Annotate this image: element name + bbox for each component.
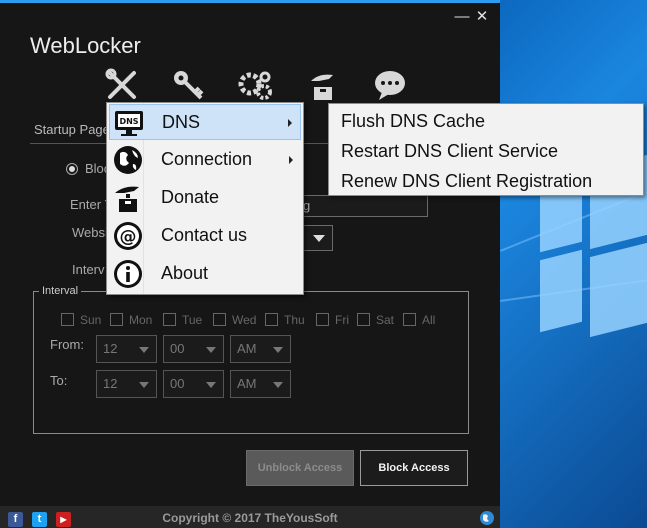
svg-text:@: @ xyxy=(120,227,137,247)
select-value: 00 xyxy=(170,376,185,391)
day-checkbox-sat[interactable]: Sat xyxy=(357,313,394,329)
window-logo-pane xyxy=(590,242,647,338)
checkbox[interactable] xyxy=(316,313,329,326)
day-label: Sun xyxy=(80,313,102,327)
from-label: From: xyxy=(50,337,84,352)
footer: f t ▶ Copyright © 2017 TheYousSoft xyxy=(0,506,500,528)
day-label: Mon xyxy=(129,313,153,327)
menu-item-about[interactable]: About xyxy=(109,256,301,292)
chevron-down-icon xyxy=(313,235,325,242)
chevron-down-icon xyxy=(206,382,216,388)
globe-connection-icon xyxy=(114,146,142,174)
day-label: All xyxy=(422,313,436,327)
chevron-down-icon xyxy=(139,382,149,388)
day-checkbox-wed[interactable]: Wed xyxy=(213,313,256,329)
monitor-dns-icon: DNS xyxy=(115,111,143,136)
app-title: WebLocker xyxy=(30,33,141,58)
select-value: 00 xyxy=(170,341,185,356)
checkbox[interactable] xyxy=(265,313,278,326)
day-label: Thu xyxy=(284,313,305,327)
chevron-down-icon xyxy=(139,347,149,353)
key-icon[interactable] xyxy=(170,67,206,103)
unblock-access-button[interactable]: Unblock Access xyxy=(246,450,354,486)
tab-startup-page[interactable]: Startup Page xyxy=(34,122,110,137)
svg-text:DNS: DNS xyxy=(119,117,138,126)
checkbox[interactable] xyxy=(357,313,370,326)
day-label: Sat xyxy=(376,313,395,327)
interval-legend: Interval xyxy=(39,285,82,297)
checkbox[interactable] xyxy=(213,313,226,326)
day-checkbox-tue[interactable]: Tue xyxy=(163,313,202,329)
select-value: 12 xyxy=(103,341,118,356)
from-ampm-select[interactable]: AM xyxy=(230,335,291,363)
gears-icon[interactable] xyxy=(237,67,273,103)
checkbox[interactable] xyxy=(403,313,416,326)
renew-dns-registration-item[interactable]: Renew DNS Client Registration xyxy=(341,171,592,192)
select-value: AM xyxy=(237,376,257,391)
menu-item-label: Connection xyxy=(161,149,253,169)
interval-label: Interv xyxy=(72,262,105,277)
copyright-text: Copyright © 2017 TheYousSoft xyxy=(162,511,338,525)
submenu-arrow-icon xyxy=(289,156,293,164)
restart-dns-client-item[interactable]: Restart DNS Client Service xyxy=(341,141,558,162)
website-label: Websi xyxy=(72,225,108,240)
menu-item-label: DNS xyxy=(162,112,201,132)
close-button[interactable]: ✕ xyxy=(470,6,494,30)
menu-item-label: Contact us xyxy=(161,225,248,245)
chevron-down-icon xyxy=(273,382,283,388)
to-hour-select[interactable]: 12 xyxy=(96,370,157,398)
donate-icon[interactable] xyxy=(305,67,341,103)
select-value: 12 xyxy=(103,376,118,391)
day-label: Tue xyxy=(182,313,203,327)
day-checkbox-fri[interactable]: Fri xyxy=(316,313,349,329)
menu-item-label: About xyxy=(161,263,209,283)
menu-item-connection[interactable]: Connection xyxy=(109,142,301,178)
dns-submenu: Flush DNS Cache Restart DNS Client Servi… xyxy=(328,103,644,196)
menu-item-label: Donate xyxy=(161,187,220,207)
chat-icon[interactable] xyxy=(372,67,408,103)
flush-dns-cache-item[interactable]: Flush DNS Cache xyxy=(341,111,485,132)
menu-item-contact-us[interactable]: @ Contact us xyxy=(109,218,301,254)
checkbox[interactable] xyxy=(61,313,74,326)
to-minute-select[interactable]: 00 xyxy=(163,370,224,398)
day-checkbox-all[interactable]: All xyxy=(403,313,435,329)
day-label: Wed xyxy=(232,313,257,327)
select-value: AM xyxy=(237,341,257,356)
chevron-down-icon xyxy=(273,347,283,353)
to-ampm-select[interactable]: AM xyxy=(230,370,291,398)
context-menu: DNS DNS Connection Donate @ Contact us A… xyxy=(106,102,304,295)
block-access-button[interactable]: Block Access xyxy=(360,450,468,486)
menu-item-dns[interactable]: DNS DNS xyxy=(109,104,301,140)
donate-hand-icon xyxy=(115,186,139,212)
title-bar: — ✕ xyxy=(0,6,500,30)
globe-icon[interactable] xyxy=(479,510,495,526)
day-checkbox-mon[interactable]: Mon xyxy=(110,313,152,329)
checkbox[interactable] xyxy=(163,313,176,326)
from-hour-select[interactable]: 12 xyxy=(96,335,157,363)
submenu-arrow-icon xyxy=(288,119,292,127)
block-radio[interactable] xyxy=(66,163,78,175)
day-checkbox-sun[interactable]: Sun xyxy=(61,313,101,329)
menu-item-donate[interactable]: Donate xyxy=(109,180,301,216)
at-sign-icon: @ xyxy=(114,222,142,250)
tools-icon[interactable] xyxy=(104,67,140,103)
day-checkbox-thu[interactable]: Thu xyxy=(265,313,305,329)
chevron-down-icon xyxy=(206,347,216,353)
info-icon xyxy=(114,260,142,288)
from-minute-select[interactable]: 00 xyxy=(163,335,224,363)
day-label: Fri xyxy=(335,313,349,327)
checkbox[interactable] xyxy=(110,313,123,326)
url-input[interactable]: g xyxy=(296,195,428,217)
to-label: To: xyxy=(50,373,68,388)
window-logo-pane xyxy=(540,249,582,333)
